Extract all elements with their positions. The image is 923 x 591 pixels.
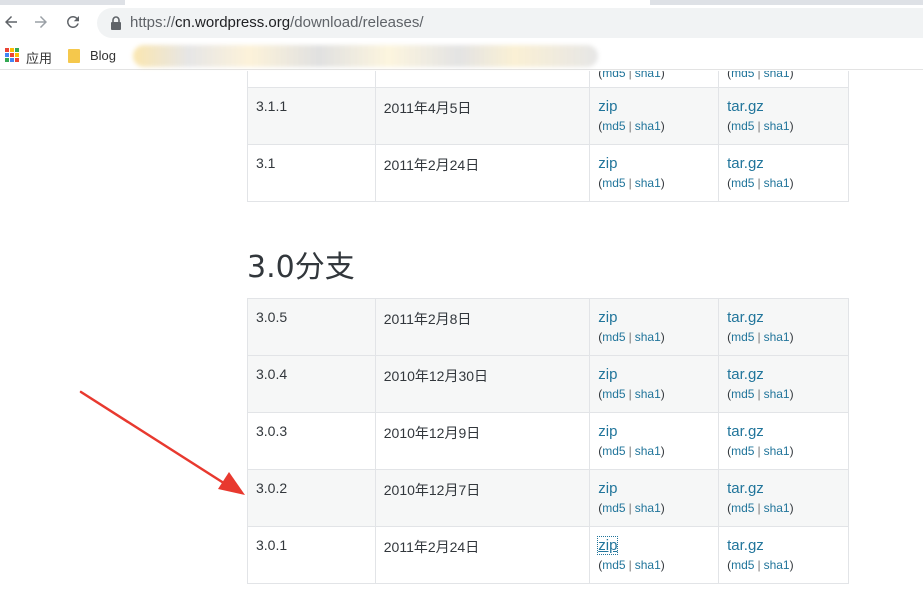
url-prefix: https:// (130, 14, 176, 31)
version-cell: 3.0.4 (247, 355, 376, 413)
version-cell: 3.0.5 (247, 298, 376, 356)
url-host: cn.wordpress.org (175, 14, 291, 31)
arrow-left-icon (5, 16, 17, 28)
sha1-link[interactable]: sha1 (764, 119, 790, 133)
tar-gz-link[interactable]: tar.gz (727, 155, 764, 172)
tar-gz-link[interactable]: tar.gz (727, 480, 764, 497)
bookmarks-bar: 应用 Blog (0, 42, 923, 70)
md5-link[interactable]: md5 (602, 501, 625, 515)
sha1-link[interactable]: sha1 (764, 558, 790, 572)
browser-toolbar: https://cn.wordpress.org/download/releas… (0, 0, 923, 42)
zip-link[interactable]: zip (598, 480, 617, 497)
forward-button[interactable] (30, 11, 52, 33)
date-cell: 2010年12月7日 (374, 469, 591, 527)
md5-link[interactable]: md5 (731, 558, 754, 572)
sha1-link[interactable]: sha1 (635, 444, 661, 458)
md5-link[interactable]: md5 (731, 444, 754, 458)
date-cell: 2011年2月24日 (374, 526, 591, 584)
sha1-link[interactable]: sha1 (635, 330, 661, 344)
zip-link[interactable]: zip (597, 536, 619, 555)
apps-grid-icon[interactable] (5, 48, 19, 62)
sha1-link[interactable]: sha1 (635, 71, 661, 80)
sha1-link[interactable]: sha1 (635, 501, 661, 515)
zip-link[interactable]: zip (598, 309, 617, 326)
tar-gz-link[interactable]: tar.gz (727, 537, 764, 554)
address-bar[interactable]: https://cn.wordpress.org/download/releas… (97, 8, 923, 38)
sha1-link[interactable]: sha1 (635, 119, 661, 133)
version-cell: 3.1.1 (247, 87, 376, 145)
table-row: 3.0.4 2010年12月30日 zip (md5 | sha1) tar.gz (m… (247, 355, 849, 413)
zip-link[interactable]: zip (598, 423, 617, 440)
date-cell: 2011年2月24日 (374, 144, 591, 202)
table-row: 3.0.5 2011年2月8日 zip (md5 | sha1) tar.gz (md5… (247, 298, 849, 356)
url-text: https://cn.wordpress.org/download/releas… (130, 14, 424, 31)
tar-gz-link[interactable]: tar.gz (727, 366, 764, 383)
blurred-bookmarks (133, 45, 598, 67)
md5-link[interactable]: md5 (731, 71, 754, 80)
apps-shortcut-label[interactable]: 应用 (26, 48, 52, 67)
arrow-right-icon (35, 16, 47, 28)
releases-table-3-1: (md5 | sha1) (md5 | sha1) 3.1.1 2011年4月5日 zi… (247, 71, 849, 202)
version-cell: 3.0.3 (247, 412, 376, 470)
table-row: 3.0.3 2010年12月9日 zip (md5 | sha1) tar.gz (md… (247, 412, 849, 470)
lock-icon (111, 16, 121, 30)
reload-button[interactable] (62, 11, 84, 33)
tar-gz-link[interactable]: tar.gz (727, 98, 764, 115)
table-row: 3.0.1 2011年2月24日 zip (md5 | sha1) tar.gz (md… (247, 526, 849, 584)
md5-link[interactable]: md5 (602, 330, 625, 344)
sha1-link[interactable]: sha1 (635, 558, 661, 572)
date-cell: 2011年2月8日 (374, 298, 591, 356)
sha1-link[interactable]: sha1 (635, 176, 661, 190)
md5-link[interactable]: md5 (602, 387, 625, 401)
zip-link[interactable]: zip (598, 366, 617, 383)
page-content: (md5 | sha1) (md5 | sha1) 3.1.1 2011年4月5日 zi… (0, 71, 923, 591)
table-row: (md5 | sha1) (md5 | sha1) (247, 71, 849, 88)
table-row: 3.1 2011年2月24日 zip (md5 | sha1) tar.gz (md5 |… (247, 144, 849, 202)
md5-link[interactable]: md5 (602, 176, 625, 190)
table-row: 3.1.1 2011年4月5日 zip (md5 | sha1) tar.gz (md5… (247, 87, 849, 145)
back-button[interactable] (0, 11, 22, 33)
zip-link[interactable]: zip (598, 155, 617, 172)
md5-link[interactable]: md5 (731, 176, 754, 190)
version-cell: 3.0.2 (247, 469, 376, 527)
md5-link[interactable]: md5 (602, 119, 625, 133)
tar-gz-link[interactable]: tar.gz (727, 309, 764, 326)
tab-strip-edge (0, 0, 923, 5)
sha1-link[interactable]: sha1 (764, 501, 790, 515)
md5-link[interactable]: md5 (731, 387, 754, 401)
table-row: 3.0.2 2010年12月7日 zip (md5 | sha1) tar.gz (md… (247, 469, 849, 527)
sha1-link[interactable]: sha1 (764, 71, 790, 80)
reload-icon (67, 15, 79, 28)
md5-link[interactable]: md5 (731, 501, 754, 515)
sha1-link[interactable]: sha1 (635, 387, 661, 401)
sha1-link[interactable]: sha1 (764, 176, 790, 190)
branch-heading: 3.0分支 (247, 250, 355, 285)
md5-link[interactable]: md5 (602, 558, 625, 572)
url-path: /download/releases/ (290, 14, 424, 31)
folder-icon (68, 49, 80, 63)
releases-table-3-0: 3.0.5 2011年2月8日 zip (md5 | sha1) tar.gz (md5… (247, 298, 849, 584)
date-cell: 2010年12月9日 (374, 412, 591, 470)
sha1-link[interactable]: sha1 (764, 387, 790, 401)
version-cell: 3.0.1 (247, 526, 376, 584)
sha1-link[interactable]: sha1 (764, 444, 790, 458)
date-cell: 2011年4月5日 (374, 87, 591, 145)
md5-link[interactable]: md5 (731, 119, 754, 133)
md5-link[interactable]: md5 (602, 444, 625, 458)
bookmark-blog[interactable]: Blog (90, 48, 116, 63)
tar-gz-link[interactable]: tar.gz (727, 423, 764, 440)
date-cell: 2010年12月30日 (374, 355, 591, 413)
sha1-link[interactable]: sha1 (764, 330, 790, 344)
md5-link[interactable]: md5 (731, 330, 754, 344)
zip-link[interactable]: zip (598, 98, 617, 115)
version-cell: 3.1 (247, 144, 376, 202)
md5-link[interactable]: md5 (602, 71, 625, 80)
